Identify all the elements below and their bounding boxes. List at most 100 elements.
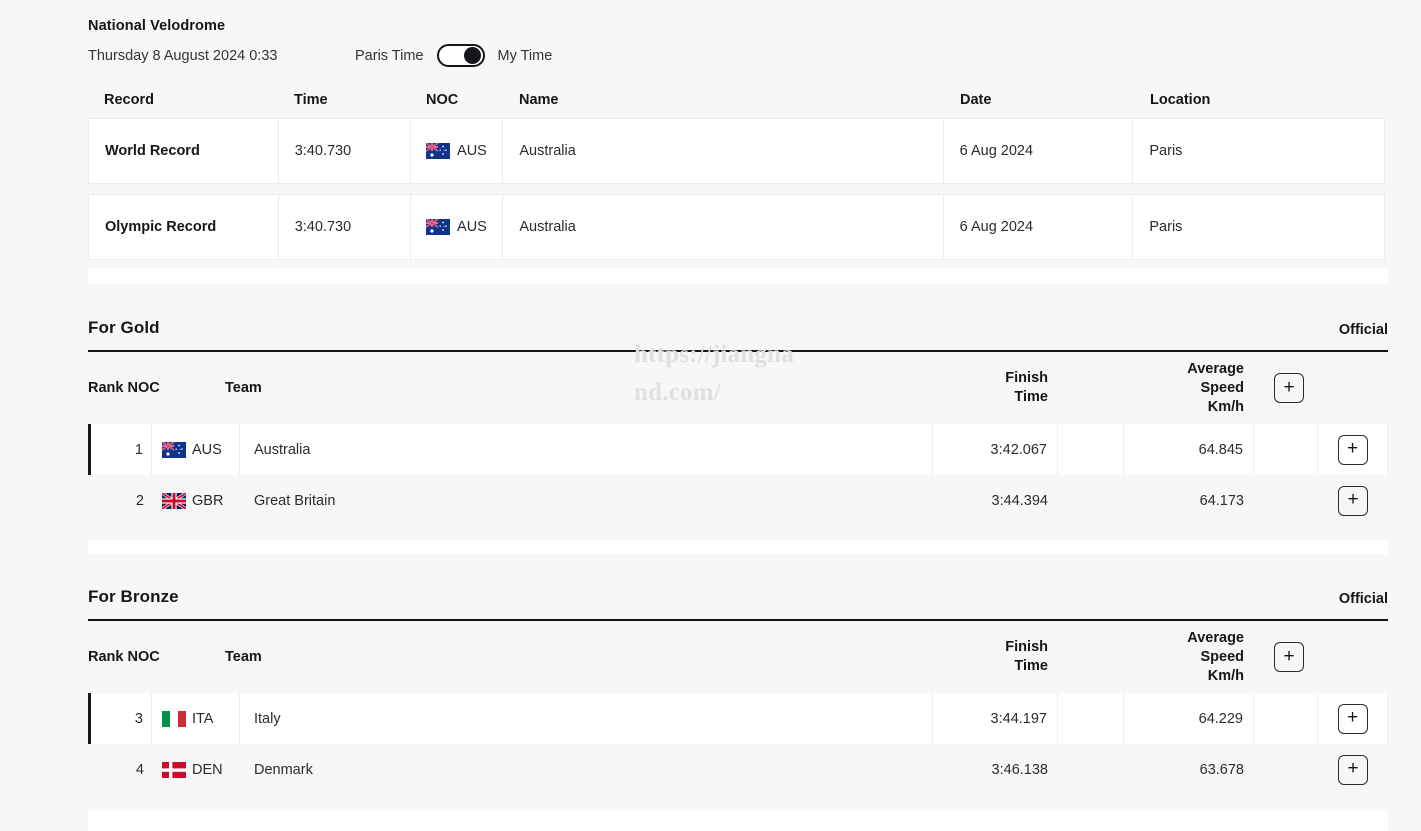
- row-team: Italy: [240, 693, 933, 744]
- flag-denmark-icon: [162, 762, 186, 778]
- section-for-bronze: For Bronze Official Rank NOC Team Finish…: [88, 587, 1388, 795]
- records-col-time: Time: [278, 92, 410, 108]
- row-noc-code: GBR: [192, 493, 223, 509]
- row-expand-cell: +: [1318, 475, 1388, 526]
- toggle-knob: [464, 47, 481, 64]
- col-finish-time-line1: Finish: [1005, 638, 1048, 657]
- paris-time-label[interactable]: Paris Time: [355, 48, 424, 64]
- row-spacer-2: [1254, 744, 1318, 795]
- results-table: Rank NOC Team Finish Time Average Speed …: [88, 621, 1388, 795]
- expand-row-button[interactable]: +: [1338, 704, 1368, 734]
- row-expand-cell: +: [1318, 744, 1388, 795]
- row-average-speed: 63.678: [1124, 744, 1254, 795]
- row-noc-code: DEN: [192, 762, 223, 778]
- row-rank: 3: [88, 693, 152, 744]
- section-header: For Bronze Official: [88, 587, 1388, 621]
- record-time: 3:40.730: [279, 119, 411, 183]
- table-row[interactable]: 1: [88, 424, 1388, 475]
- row-team: Great Britain: [240, 475, 933, 526]
- flag-italy-icon: [162, 711, 186, 727]
- record-noc: AUS: [411, 119, 504, 183]
- table-row[interactable]: 3 ITA Italy 3:44.197 64.229: [88, 693, 1388, 744]
- row-spacer-2: [1254, 475, 1318, 526]
- results-header-row: Rank NOC Team Finish Time Average Speed …: [88, 352, 1388, 424]
- venue-meta-row: Thursday 8 August 2024 0:33 Paris Time M…: [88, 44, 1388, 67]
- section-title: For Gold: [88, 318, 160, 338]
- record-name: Australia: [503, 195, 943, 259]
- row-finish-time: 3:46.138: [933, 744, 1058, 795]
- col-rank-noc: Rank NOC: [88, 648, 211, 667]
- row-expand-cell: +: [1318, 424, 1388, 475]
- table-row[interactable]: 4 DEN Denmark 3:46.138 63.678: [88, 744, 1388, 795]
- results-page: https://jiangnand.com/ National Velodrom…: [0, 0, 1421, 831]
- row-noc: GBR: [152, 475, 240, 526]
- row-team: Australia: [240, 424, 933, 475]
- row-finish-time: 3:44.394: [933, 475, 1058, 526]
- col-expand-all: +: [1254, 373, 1324, 403]
- col-finish-time: Finish Time: [933, 369, 1058, 407]
- row-noc: AUS: [152, 424, 240, 475]
- col-speed-line3: Km/h: [1208, 667, 1244, 686]
- row-spacer-1: [1058, 744, 1124, 795]
- expand-all-button[interactable]: +: [1274, 373, 1304, 403]
- section-for-gold: For Gold Official Rank NOC Team Finish T…: [88, 318, 1388, 526]
- table-row: Olympic Record 3:40.730: [88, 194, 1385, 260]
- row-spacer-1: [1058, 693, 1124, 744]
- col-speed-line1: Average: [1187, 360, 1244, 379]
- col-speed-line2: Speed: [1200, 648, 1244, 667]
- record-label: Olympic Record: [89, 195, 279, 259]
- col-team: Team: [211, 648, 933, 667]
- col-speed-line1: Average: [1187, 629, 1244, 648]
- row-spacer-1: [1058, 424, 1124, 475]
- records-col-record: Record: [88, 92, 278, 108]
- row-noc-code: ITA: [192, 711, 213, 727]
- row-noc-code: AUS: [192, 442, 222, 458]
- row-rank: 2: [88, 475, 152, 526]
- row-spacer-1: [1058, 475, 1124, 526]
- record-location: Paris: [1133, 195, 1384, 259]
- table-row[interactable]: 2 GBR Great Britain 3:44.394: [88, 475, 1388, 526]
- row-spacer-2: [1254, 693, 1318, 744]
- records-bottom-strip: [88, 268, 1388, 284]
- flag-great-britain-icon: [162, 493, 186, 509]
- col-expand-all: +: [1254, 642, 1324, 672]
- time-zone-toggle[interactable]: [437, 44, 485, 67]
- record-date: 6 Aug 2024: [944, 119, 1134, 183]
- records-col-location: Location: [1134, 92, 1385, 108]
- venue-name: National Velodrome: [88, 18, 1388, 34]
- col-finish-time-line1: Finish: [1005, 369, 1048, 388]
- col-team: Team: [211, 379, 933, 398]
- record-name: Australia: [503, 119, 943, 183]
- expand-row-button[interactable]: +: [1338, 486, 1368, 516]
- row-rank: 4: [88, 744, 152, 795]
- expand-row-button[interactable]: +: [1338, 755, 1368, 785]
- col-average-speed: Average Speed Km/h: [1058, 629, 1254, 686]
- row-noc: ITA: [152, 693, 240, 744]
- col-finish-time-line2: Time: [1014, 388, 1048, 407]
- row-team: Denmark: [240, 744, 933, 795]
- gold-bottom-strip: [88, 540, 1388, 554]
- record-time: 3:40.730: [279, 195, 411, 259]
- records-col-noc: NOC: [410, 92, 503, 108]
- record-noc: AUS: [411, 195, 504, 259]
- col-speed-line3: Km/h: [1208, 398, 1244, 417]
- row-expand-cell: +: [1318, 693, 1388, 744]
- my-time-label[interactable]: My Time: [498, 48, 553, 64]
- col-finish-time-line2: Time: [1014, 657, 1048, 676]
- venue-datetime: Thursday 8 August 2024 0:33: [88, 48, 355, 64]
- col-finish-time: Finish Time: [933, 638, 1058, 676]
- next-row-strip: [88, 810, 1388, 831]
- row-spacer-2: [1254, 424, 1318, 475]
- venue-header: National Velodrome Thursday 8 August 202…: [88, 18, 1388, 67]
- time-zone-toggle-group: Paris Time My Time: [355, 44, 552, 67]
- record-noc-code: AUS: [457, 143, 487, 159]
- col-speed-line2: Speed: [1200, 379, 1244, 398]
- expand-all-button[interactable]: +: [1274, 642, 1304, 672]
- results-header-row: Rank NOC Team Finish Time Average Speed …: [88, 621, 1388, 693]
- records-col-date: Date: [944, 92, 1134, 108]
- record-location: Paris: [1133, 119, 1384, 183]
- record-date: 6 Aug 2024: [944, 195, 1134, 259]
- section-title: For Bronze: [88, 587, 179, 607]
- expand-row-button[interactable]: +: [1338, 435, 1368, 465]
- flag-australia-icon: [162, 442, 186, 458]
